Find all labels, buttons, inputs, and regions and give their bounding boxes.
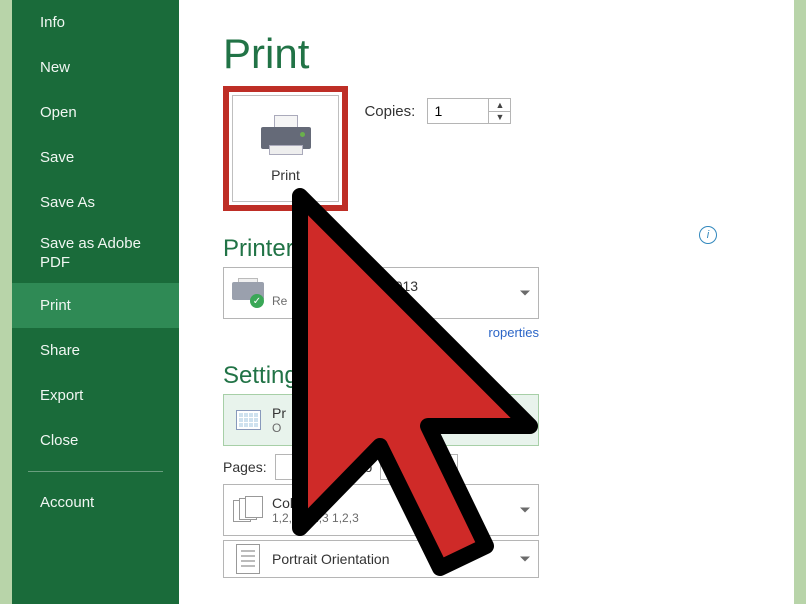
- copies-up-button[interactable]: ▲: [489, 99, 510, 112]
- pages-to-down[interactable]: ▼: [436, 468, 457, 480]
- sidebar-item-info[interactable]: Info: [12, 0, 179, 45]
- pages-from-input[interactable]: [276, 455, 330, 479]
- sidebar-item-share[interactable]: Share: [12, 328, 179, 373]
- sidebar-item-save-adobe-pdf[interactable]: Save as Adobe PDF: [12, 225, 179, 283]
- chevron-down-icon: [520, 418, 530, 423]
- pages-to-input[interactable]: [381, 455, 435, 479]
- sheet-icon: [230, 402, 266, 438]
- collated-icon: [230, 492, 266, 528]
- orientation-selector[interactable]: Portrait Orientation: [223, 540, 539, 578]
- sidebar-item-close[interactable]: Close: [12, 418, 179, 463]
- sidebar-item-save[interactable]: Save: [12, 135, 179, 180]
- print-button-label: Print: [271, 167, 300, 183]
- sidebar-item-print[interactable]: Print: [12, 283, 179, 328]
- pages-row: Pages: ▲ ▼ to ▲ ▼: [223, 454, 794, 480]
- sidebar-item-open[interactable]: Open: [12, 90, 179, 135]
- app-frame: Info New Open Save Save As Save as Adobe…: [12, 0, 794, 604]
- copies-spinner[interactable]: ▲ ▼: [427, 98, 511, 124]
- orientation-label: Portrait Orientation: [272, 551, 390, 567]
- settings-section-title: Setting: [223, 362, 794, 390]
- chevron-down-icon: [520, 557, 530, 562]
- printer-ready-icon: ✓: [230, 275, 266, 311]
- pages-to-spinner[interactable]: ▲ ▼: [380, 454, 458, 480]
- sidebar-item-account[interactable]: Account: [12, 480, 179, 525]
- chevron-down-icon: [520, 508, 530, 513]
- pages-label: Pages:: [223, 459, 267, 475]
- pages-to-label: to: [361, 459, 373, 475]
- pages-from-up[interactable]: ▲: [331, 455, 352, 468]
- print-what-line1: Print Selection: [272, 405, 431, 421]
- collation-line2: 1,2,3 1,2,3 1,2,3: [272, 511, 359, 525]
- sidebar-divider: [28, 471, 163, 472]
- copies-label: Copies:: [364, 103, 415, 120]
- sidebar-item-save-as[interactable]: Save As: [12, 180, 179, 225]
- printer-info-icon[interactable]: i: [699, 226, 717, 244]
- copies-area: Copies: ▲ ▼: [364, 98, 511, 124]
- pages-to-up[interactable]: ▲: [436, 455, 457, 468]
- printer-status: Ready: [272, 294, 418, 308]
- print-pane: Print Print Copies: ▲ ▼ i Printer: [179, 0, 794, 604]
- printer-name: Send To OneNote 2013: [272, 278, 418, 294]
- print-what-selector[interactable]: Print Selection Only print the current s…: [223, 394, 539, 446]
- backstage-sidebar: Info New Open Save Save As Save as Adobe…: [12, 0, 179, 604]
- sidebar-item-new[interactable]: New: [12, 45, 179, 90]
- copies-down-button[interactable]: ▼: [489, 112, 510, 124]
- copies-input[interactable]: [428, 99, 488, 123]
- chevron-down-icon: [520, 291, 530, 296]
- collation-selector[interactable]: Collated 1,2,3 1,2,3 1,2,3: [223, 484, 539, 536]
- printer-icon: [261, 115, 311, 157]
- collation-line1: Collated: [272, 495, 359, 511]
- printer-selector[interactable]: ✓ Send To OneNote 2013 Ready: [223, 267, 539, 319]
- print-button-highlight: Print: [223, 86, 348, 211]
- print-button[interactable]: Print: [232, 95, 339, 202]
- pages-from-down[interactable]: ▼: [331, 468, 352, 480]
- sidebar-item-export[interactable]: Export: [12, 373, 179, 418]
- portrait-icon: [230, 541, 266, 577]
- print-what-line2: Only print the current selecti...: [272, 421, 431, 435]
- page-title: Print: [223, 30, 794, 78]
- pages-from-spinner[interactable]: ▲ ▼: [275, 454, 353, 480]
- printer-properties-link[interactable]: roperties: [223, 325, 539, 340]
